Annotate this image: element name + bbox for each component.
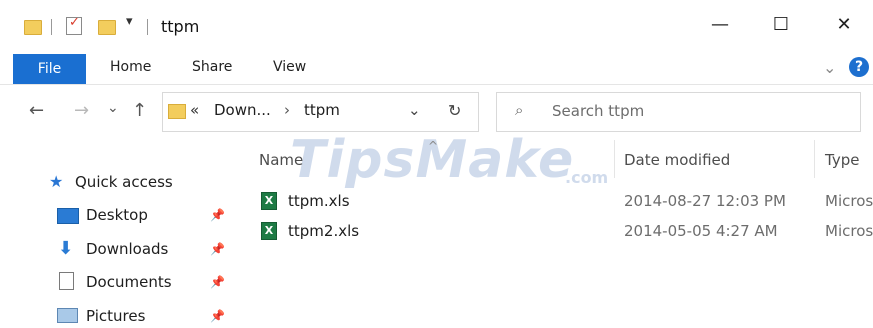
pictures-icon xyxy=(57,308,78,323)
refresh-button[interactable]: ↻ xyxy=(448,101,461,120)
documents-icon xyxy=(59,272,74,290)
toolbar-separator xyxy=(51,19,52,35)
tab-view[interactable]: View xyxy=(273,59,306,75)
minimize-button[interactable]: — xyxy=(697,14,743,35)
tab-file[interactable]: File xyxy=(13,54,86,84)
forward-button[interactable]: → xyxy=(74,100,89,121)
search-input[interactable] xyxy=(496,92,861,132)
folder-icon xyxy=(168,104,186,119)
excel-file-icon: X xyxy=(261,192,277,210)
excel-file-icon: X xyxy=(261,222,277,240)
new-folder-icon[interactable] xyxy=(98,20,116,35)
file-name[interactable]: ttpm2.xls xyxy=(288,222,359,240)
file-date: 2014-05-05 4:27 AM xyxy=(624,222,778,240)
sidebar-item-pictures[interactable]: Pictures xyxy=(86,307,145,325)
column-header-type[interactable]: Type xyxy=(825,151,859,169)
sidebar-item-documents[interactable]: Documents xyxy=(86,273,172,291)
maximize-button[interactable]: ☐ xyxy=(758,14,804,35)
breadcrumb-chevron-icon[interactable]: › xyxy=(284,101,290,119)
sidebar-item-desktop[interactable]: Desktop xyxy=(86,206,148,224)
back-button[interactable]: ← xyxy=(29,100,44,121)
tab-home[interactable]: Home xyxy=(110,59,151,75)
breadcrumb-downloads[interactable]: Down... xyxy=(214,101,271,119)
file-date: 2014-08-27 12:03 PM xyxy=(624,192,786,210)
sidebar-item-quick-access[interactable]: Quick access xyxy=(75,173,173,191)
folder-icon xyxy=(24,20,42,35)
properties-icon[interactable] xyxy=(66,15,82,35)
pin-icon[interactable]: 📌 xyxy=(210,242,225,256)
sort-arrow-icon: ^ xyxy=(428,139,439,153)
breadcrumb-ttpm[interactable]: ttpm xyxy=(304,101,340,119)
star-icon: ★ xyxy=(49,172,64,191)
downloads-icon: ⬇ xyxy=(58,238,74,259)
tab-share[interactable]: Share xyxy=(192,59,232,75)
file-name[interactable]: ttpm.xls xyxy=(288,192,350,210)
search-placeholder: Search ttpm xyxy=(552,102,645,120)
customize-toolbar-icon[interactable]: ▾ xyxy=(126,14,133,29)
expand-ribbon-icon[interactable]: ⌄ xyxy=(823,58,836,77)
column-header-date[interactable]: Date modified xyxy=(624,151,730,169)
column-header-name[interactable]: Name xyxy=(259,151,303,169)
recent-locations-button[interactable]: ⌄ xyxy=(107,100,119,116)
address-dropdown-icon[interactable]: ⌄ xyxy=(408,101,421,119)
column-divider[interactable] xyxy=(614,140,615,178)
desktop-icon xyxy=(57,208,79,224)
up-button[interactable]: ↑ xyxy=(132,100,147,121)
file-type: Micros xyxy=(825,222,873,240)
watermark-suffix: .com xyxy=(565,168,609,187)
pin-icon[interactable]: 📌 xyxy=(210,309,225,323)
breadcrumb-overflow[interactable]: « xyxy=(190,101,199,119)
pin-icon[interactable]: 📌 xyxy=(210,208,225,222)
column-divider[interactable] xyxy=(814,140,815,178)
pin-icon[interactable]: 📌 xyxy=(210,275,225,289)
toolbar-separator xyxy=(147,19,148,35)
sidebar-item-downloads[interactable]: Downloads xyxy=(86,240,168,258)
search-icon: ⌕ xyxy=(515,101,524,119)
help-icon[interactable]: ? xyxy=(849,57,869,77)
file-type: Micros xyxy=(825,192,873,210)
window-title: ttpm xyxy=(161,17,200,36)
close-button[interactable]: ✕ xyxy=(821,14,867,35)
